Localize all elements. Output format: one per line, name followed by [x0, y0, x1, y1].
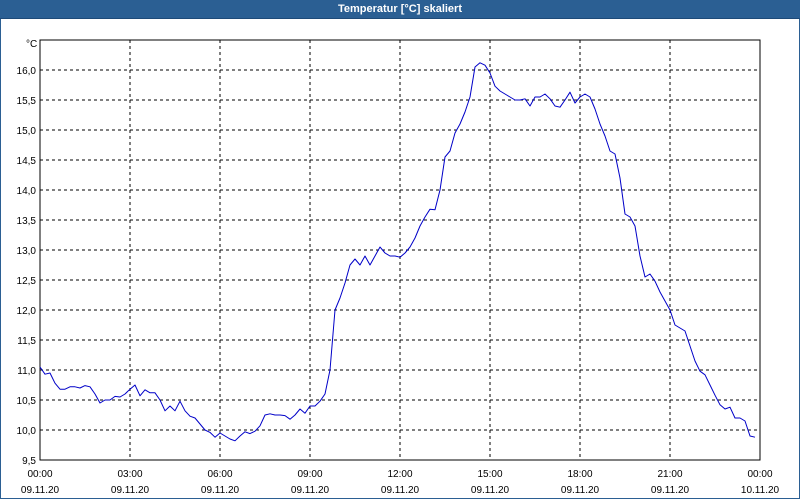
y-axis-unit-label: °C	[26, 39, 37, 50]
temperature-series-line	[39, 62, 756, 442]
y-tick-label: 14,5	[17, 156, 37, 167]
x-tick-time-label: 00:00	[27, 469, 52, 480]
y-tick-label: 13,5	[17, 216, 37, 227]
y-tick-label: 11,0	[17, 366, 36, 377]
y-tick-label: 15,5	[17, 96, 37, 107]
x-tick-date-label: 10.11.20	[741, 485, 780, 496]
y-tick-label: 14,0	[17, 186, 37, 197]
x-tick-date-label: 09.11.20	[561, 485, 600, 496]
x-tick-date-label: 09.11.20	[21, 485, 60, 496]
grid-lines	[40, 40, 760, 460]
temperature-line-chart: 9,5 10,0 10,5 11,0 11,5 12,0 12,5 13,0 13,5 14,0 1…	[17, 39, 780, 496]
x-tick-date-label: 09.11.20	[651, 485, 690, 496]
y-tick-label: 9,5	[22, 456, 36, 467]
x-tick-date-label: 09.11.20	[111, 485, 150, 496]
y-tick-label: 12,5	[17, 276, 37, 287]
y-tick-label: 10,5	[17, 396, 37, 407]
x-tick-date-label: 09.11.20	[471, 485, 510, 496]
y-tick-label: 13,0	[17, 246, 37, 257]
x-tick-time-label: 21:00	[657, 469, 682, 480]
x-tick-time-label: 15:00	[477, 469, 502, 480]
x-tick-time-label: 12:00	[387, 469, 412, 480]
y-tick-label: 12,0	[17, 306, 37, 317]
x-tick-time-label: 06:00	[207, 469, 232, 480]
y-tick-label: 11,5	[17, 336, 36, 347]
x-tick-time-label: 18:00	[567, 469, 592, 480]
x-tick-date-label: 09.11.20	[381, 485, 420, 496]
x-tick-time-label: 00:00	[747, 469, 772, 480]
x-tick-time-label: 03:00	[117, 469, 142, 480]
x-tick-time-label: 09:00	[297, 469, 322, 480]
y-tick-label: 16,0	[17, 66, 37, 77]
series-layer	[39, 62, 756, 442]
y-tick-label: 15,0	[17, 126, 37, 137]
y-tick-label: 10,0	[17, 426, 37, 437]
x-tick-date-label: 09.11.20	[291, 485, 330, 496]
x-tick-date-label: 09.11.20	[201, 485, 240, 496]
